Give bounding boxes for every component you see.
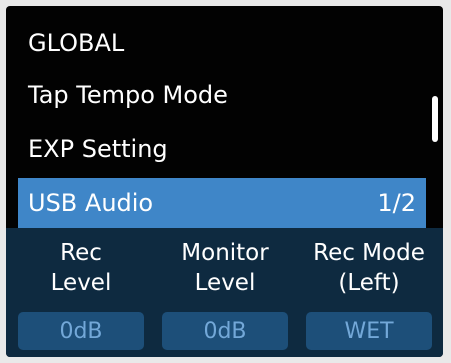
menu-item-usb-audio[interactable]: USB Audio 1/2 xyxy=(18,178,426,228)
param-label-line: Level xyxy=(50,270,112,296)
param-label: Rec Level xyxy=(51,238,112,302)
param-label: Rec Mode (Left) xyxy=(313,238,425,302)
param-value-monitor-level[interactable]: 0dB xyxy=(162,312,288,350)
param-label-line: Monitor xyxy=(181,240,269,266)
param-value-rec-level[interactable]: 0dB xyxy=(18,312,144,350)
device-screen: GLOBAL Tap Tempo Mode EXP Setting USB Au… xyxy=(6,6,443,357)
param-value-rec-mode[interactable]: WET xyxy=(306,312,432,350)
param-label: Monitor Level xyxy=(181,238,268,302)
param-rec-level: Rec Level 0dB xyxy=(11,238,151,350)
param-label-line: Level xyxy=(194,270,256,296)
param-label-line: (Left) xyxy=(338,270,400,296)
param-rec-mode: Rec Mode (Left) WET xyxy=(299,238,439,350)
menu-item-label: Tap Tempo Mode xyxy=(28,81,228,109)
param-label-line: Rec xyxy=(60,240,102,266)
menu-item-exp-setting[interactable]: EXP Setting xyxy=(18,124,426,174)
menu-item-label: EXP Setting xyxy=(28,135,168,163)
page-indicator: 1/2 xyxy=(377,189,416,217)
menu-item-label: USB Audio xyxy=(28,189,154,217)
menu-item-tap-tempo-mode[interactable]: Tap Tempo Mode xyxy=(18,70,426,120)
param-label-line: Rec Mode xyxy=(313,240,425,266)
scrollbar-thumb[interactable] xyxy=(432,96,438,142)
menu-item-global[interactable]: GLOBAL xyxy=(18,18,426,68)
param-monitor-level: Monitor Level 0dB xyxy=(155,238,295,350)
parameter-panel: Rec Level 0dB Monitor Level 0dB Rec Mode… xyxy=(6,228,443,357)
menu-item-label: GLOBAL xyxy=(28,29,125,57)
